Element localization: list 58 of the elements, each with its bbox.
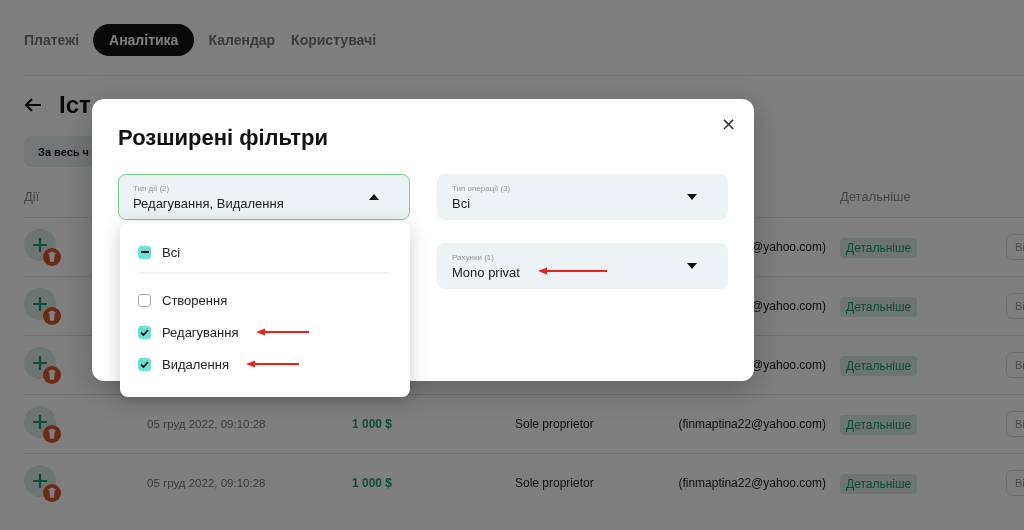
option-label: Видалення <box>162 356 229 372</box>
check-icon <box>140 328 149 336</box>
checkbox[interactable] <box>138 245 151 259</box>
column-header: Детальніше <box>840 188 911 204</box>
email-cell: @yahoo.com) <box>751 299 826 313</box>
field-value: Mono privat <box>452 264 520 280</box>
tab[interactable]: Календар <box>200 24 284 56</box>
date-cell: 05 груд 2022, 09:10:28 <box>147 418 266 430</box>
period-chip[interactable]: За весь ч <box>24 136 92 167</box>
option-label: Створення <box>162 292 228 308</box>
page-title: Іст <box>59 91 91 119</box>
plus-trash-icon[interactable] <box>24 406 64 446</box>
checkbox[interactable] <box>138 325 151 339</box>
details-badge[interactable]: Детальніше <box>840 355 918 376</box>
caret-icon <box>687 194 697 200</box>
details-badge[interactable]: Детальніше <box>840 473 918 494</box>
plus-trash-icon[interactable] <box>24 229 64 269</box>
field-value: Редагування, Видалення <box>133 195 284 211</box>
tab[interactable]: Користувачі <box>283 24 385 56</box>
email-cell: (finmaptina22@yahoo.com) <box>678 476 826 490</box>
plus-trash-icon[interactable] <box>24 347 64 387</box>
dropdown-field[interactable]: Рахунки (1) Mono privat <box>437 243 728 289</box>
plus-trash-icon[interactable] <box>24 465 64 505</box>
checkbox-option[interactable]: Всі <box>138 240 388 264</box>
details-badge[interactable]: Детальніше <box>840 296 918 317</box>
field-label: Рахунки (1) <box>452 252 495 262</box>
tab[interactable]: Аналітика <box>93 24 195 56</box>
column-header: Дії <box>24 188 40 204</box>
plus-trash-icon[interactable] <box>24 288 64 328</box>
dropdown-field[interactable]: Тип дії (2) Редагування, Видалення <box>118 174 410 220</box>
dropdown-field[interactable]: Тип операції (3) Всі <box>437 174 728 220</box>
email-cell: @yahoo.com) <box>751 240 826 254</box>
table-cell: Sole proprietor <box>515 417 594 431</box>
date-cell: 05 груд 2022, 09:10:28 <box>147 477 266 489</box>
caret-icon <box>369 194 379 200</box>
field-value: Всі <box>452 195 471 211</box>
amount-cell: 1 000 $ <box>352 417 393 431</box>
option-label: Всі <box>162 244 181 260</box>
caret-icon <box>687 263 697 269</box>
checkbox-option[interactable]: Створення <box>138 288 388 312</box>
checkbox-option[interactable]: Редагування <box>138 320 388 344</box>
field-label: Тип дії (2) <box>133 183 171 193</box>
close-button[interactable]: × <box>720 115 736 133</box>
checkbox-option[interactable]: Видалення <box>138 352 388 376</box>
details-badge[interactable]: Детальніше <box>840 414 918 435</box>
check-icon <box>140 360 149 368</box>
email-cell: (finmaptina22@yahoo.com) <box>678 417 826 431</box>
tab[interactable]: Платежі <box>24 24 87 56</box>
checkbox[interactable] <box>138 293 151 307</box>
option-label: Редагування <box>162 324 239 340</box>
amount-cell: 1 000 $ <box>352 476 393 490</box>
table-cell: Sole proprietor <box>515 476 594 490</box>
back-icon[interactable] <box>24 98 42 112</box>
dash-icon <box>140 251 149 253</box>
checkbox[interactable] <box>138 357 151 371</box>
details-badge[interactable]: Детальніше <box>840 237 918 258</box>
field-label: Тип операції (3) <box>452 183 511 193</box>
modal-title: Розширені фільтри <box>118 125 328 151</box>
